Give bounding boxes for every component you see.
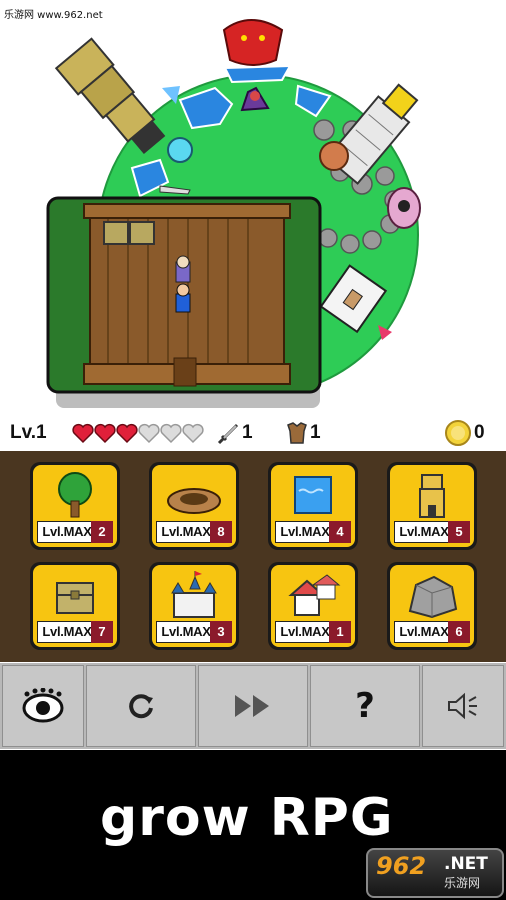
item-card-face: Lvl.MAX 6 (390, 565, 474, 647)
item-level-label: Lvl.MAX (37, 621, 97, 643)
tree-icon (58, 472, 92, 518)
logo-net: .NET (444, 854, 488, 874)
chest (103, 221, 129, 245)
hero-character (175, 283, 191, 313)
heart-full-icon (72, 423, 94, 444)
room-beam-top (83, 203, 291, 219)
item-level-label: Lvl.MAX (394, 621, 454, 643)
item-card[interactable]: Lvl.MAX 2 (30, 462, 120, 550)
item-grid: Lvl.MAX 2 Lvl.MAX 8 Lvl.MAX 4 Lvl.MAX 5 Lvl.MAX 7… (0, 451, 506, 662)
eye-button[interactable] (2, 665, 84, 747)
status-bar: Lv.1 1 1 0 (0, 418, 506, 450)
item-card-face: Lvl.MAX 7 (33, 565, 117, 647)
item-card-face: Lvl.MAX 4 (271, 465, 355, 547)
coin-icon (445, 420, 471, 446)
chest (129, 221, 155, 245)
sound-icon (448, 692, 477, 720)
game-title: grow RPG (100, 788, 394, 848)
coin-count: 0 (474, 422, 485, 443)
help-button[interactable]: ? (310, 665, 420, 747)
heart-full-icon (94, 423, 116, 444)
elder-npc (175, 255, 191, 283)
crab-monster (387, 187, 421, 229)
fast-forward-icon (235, 695, 269, 717)
water-icon (294, 476, 332, 514)
item-card-face: Lvl.MAX 5 (390, 465, 474, 547)
level-text: Lv.1 (10, 422, 47, 443)
armor-icon (287, 422, 307, 444)
item-count-badge: 7 (91, 621, 113, 643)
eye-icon (22, 688, 64, 723)
item-count-badge: 6 (448, 621, 470, 643)
rock-icon (408, 575, 458, 619)
item-level-label: Lvl.MAX (156, 621, 216, 643)
castle-icon (171, 571, 217, 618)
heart-empty-icon (138, 423, 160, 444)
help-icon: ? (355, 686, 375, 726)
item-card[interactable]: Lvl.MAX 7 (30, 562, 120, 650)
item-card-face: Lvl.MAX 3 (152, 565, 236, 647)
item-level-label: Lvl.MAX (275, 621, 335, 643)
item-count-badge: 8 (210, 521, 232, 543)
sound-button[interactable] (422, 665, 504, 747)
slime-monster (167, 137, 193, 163)
item-card[interactable]: Lvl.MAX 3 (149, 562, 239, 650)
item-level-label: Lvl.MAX (37, 521, 97, 543)
attack-value: 1 (242, 422, 253, 443)
demon-boss (222, 19, 284, 66)
defense-value: 1 (310, 422, 321, 443)
ore-rock (319, 141, 349, 171)
sword-icon (217, 423, 239, 445)
tower-icon (419, 474, 445, 518)
item-card-face: Lvl.MAX 2 (33, 465, 117, 547)
item-card[interactable]: Lvl.MAX 6 (387, 562, 477, 650)
item-count-badge: 5 (448, 521, 470, 543)
house-icon (288, 574, 341, 616)
item-card-face: Lvl.MAX 8 (152, 465, 236, 547)
item-card-face: Lvl.MAX 1 (271, 565, 355, 647)
fast-forward-button[interactable] (198, 665, 308, 747)
game-scene[interactable] (0, 0, 506, 420)
item-card[interactable]: Lvl.MAX 4 (268, 462, 358, 550)
logo-chinese: 乐游网 (444, 876, 481, 890)
item-count-badge: 2 (91, 521, 113, 543)
rotate-button[interactable] (86, 665, 196, 747)
room-door (173, 357, 197, 387)
heart-empty-icon (182, 423, 204, 444)
golden-totem (54, 37, 166, 155)
water-patch (223, 64, 292, 84)
title-banner: grow RPG 962 .NET 乐游网 (0, 750, 506, 900)
chest-icon (56, 582, 94, 614)
item-count-badge: 3 (210, 621, 232, 643)
item-card[interactable]: Lvl.MAX 8 (149, 462, 239, 550)
toolbar: ? (0, 663, 506, 749)
item-count-badge: 1 (329, 621, 351, 643)
hearts-bar (72, 422, 204, 446)
site-logo: 962 .NET 乐游网 (366, 848, 504, 898)
heart-full-icon (116, 423, 138, 444)
item-count-badge: 4 (329, 521, 351, 543)
logo-number: 962 (376, 852, 427, 880)
item-level-label: Lvl.MAX (394, 521, 454, 543)
item-level-label: Lvl.MAX (275, 521, 335, 543)
item-card[interactable]: Lvl.MAX 5 (387, 462, 477, 550)
item-level-label: Lvl.MAX (156, 521, 216, 543)
heart-empty-icon (160, 423, 182, 444)
item-card[interactable]: Lvl.MAX 1 (268, 562, 358, 650)
hole-icon (167, 488, 221, 514)
rotate-icon (129, 694, 153, 719)
